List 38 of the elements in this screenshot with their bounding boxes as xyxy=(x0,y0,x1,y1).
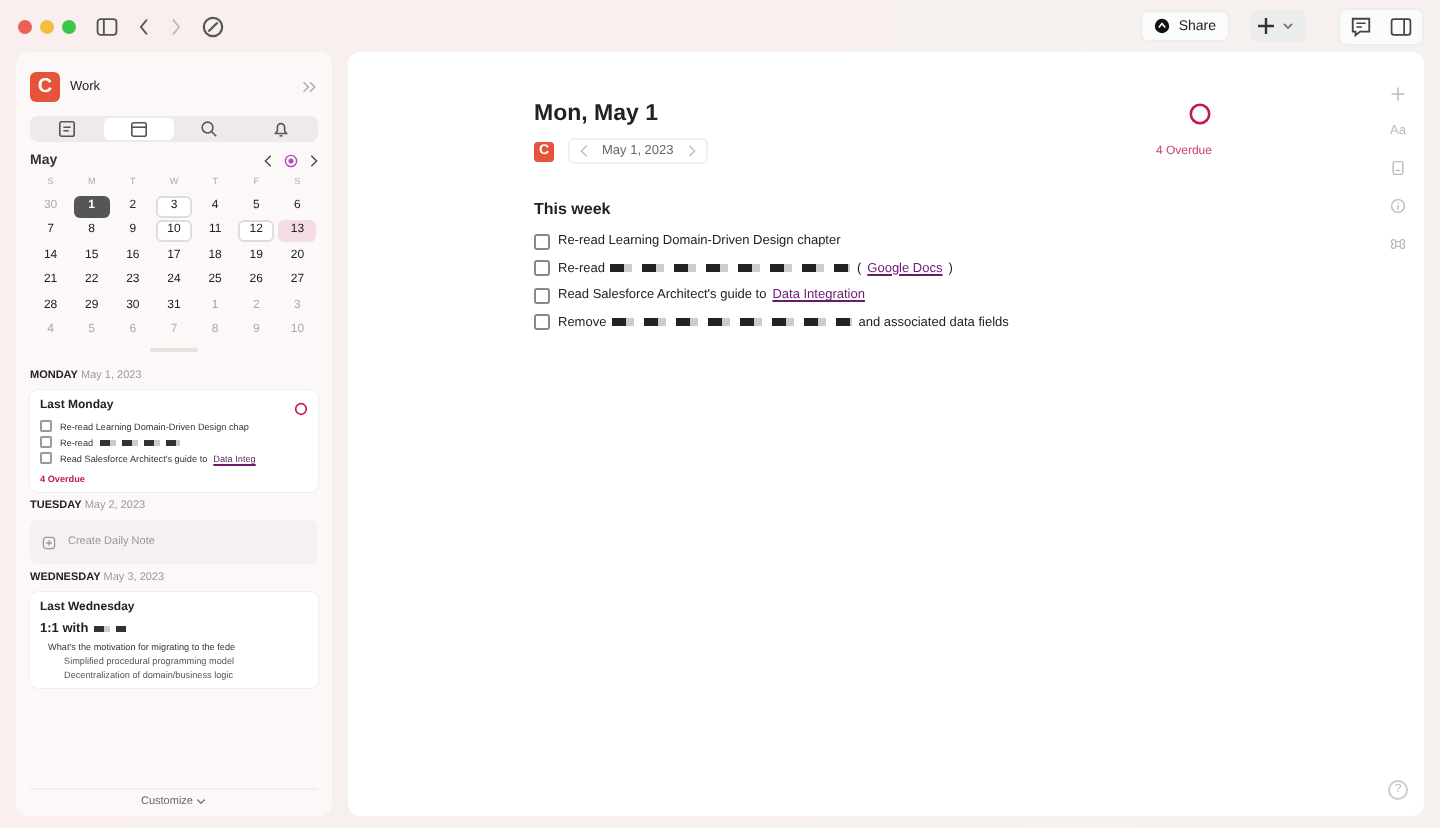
collapse-icon[interactable] xyxy=(302,79,318,93)
section-heading: This week xyxy=(534,200,613,218)
workspace-logo[interactable]: C xyxy=(30,71,60,101)
document-icon[interactable] xyxy=(1390,160,1406,176)
checkbox[interactable] xyxy=(40,452,52,464)
comment-icon[interactable] xyxy=(1350,15,1372,37)
info-icon[interactable] xyxy=(1390,198,1406,214)
sidebar-toggle-icon[interactable] xyxy=(96,15,118,37)
checkbox[interactable] xyxy=(534,260,550,277)
redacted-text xyxy=(99,439,180,445)
checkbox[interactable] xyxy=(534,287,550,304)
previous-month-icon[interactable] xyxy=(264,154,272,168)
maximize-window-button[interactable] xyxy=(62,19,76,33)
next-month-icon[interactable] xyxy=(310,154,318,168)
right-panel-icon[interactable] xyxy=(1390,15,1412,37)
note-title: Mon, May 1 xyxy=(534,102,660,126)
back-icon[interactable] xyxy=(138,15,150,37)
note-icon xyxy=(58,120,77,138)
previous-day-icon[interactable] xyxy=(580,144,588,158)
close-window-button[interactable] xyxy=(18,19,32,33)
checkbox[interactable] xyxy=(534,233,550,250)
caret-icon xyxy=(196,798,207,806)
calendar-icon xyxy=(129,120,148,138)
search-icon xyxy=(200,120,219,138)
progress-ring-icon xyxy=(294,401,308,415)
redacted-text xyxy=(94,626,127,632)
checkbox[interactable] xyxy=(40,420,52,432)
checkbox[interactable] xyxy=(40,436,52,448)
plus-square-icon xyxy=(42,535,56,549)
calendar-tab[interactable] xyxy=(103,118,174,140)
progress-ring-icon xyxy=(1188,102,1212,126)
plus-caret-icon xyxy=(1258,16,1298,36)
today-icon[interactable] xyxy=(284,154,298,168)
share-icon xyxy=(1154,18,1171,34)
bell-icon xyxy=(271,120,290,138)
add-menu-button[interactable] xyxy=(1250,10,1306,42)
checkbox[interactable] xyxy=(534,314,550,331)
next-day-icon[interactable] xyxy=(687,144,696,158)
